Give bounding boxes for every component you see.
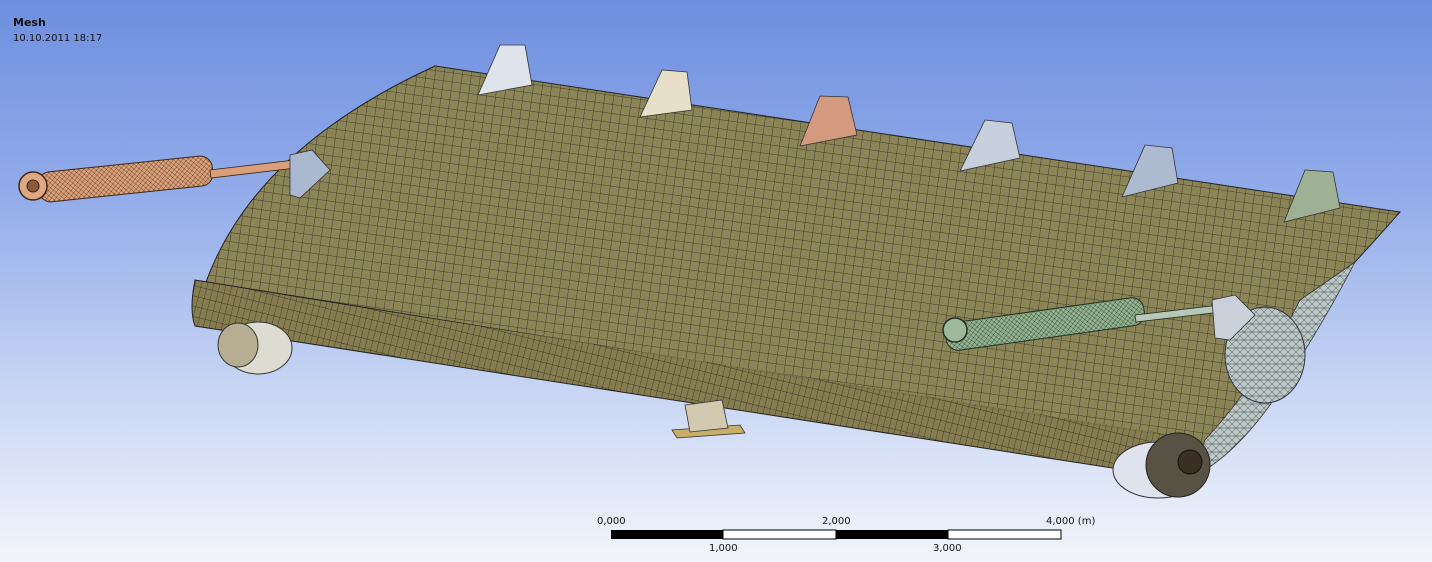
- mesh-model-view[interactable]: [0, 0, 1432, 562]
- bracket-2: [639, 69, 693, 118]
- left-cylinder-body: [37, 155, 214, 203]
- support-web: [684, 399, 729, 433]
- right-cylinder-eye: [942, 317, 968, 343]
- graphics-viewport[interactable]: Mesh 10.10.2011 18:17 0,000 2,000 4,000 …: [0, 0, 1432, 562]
